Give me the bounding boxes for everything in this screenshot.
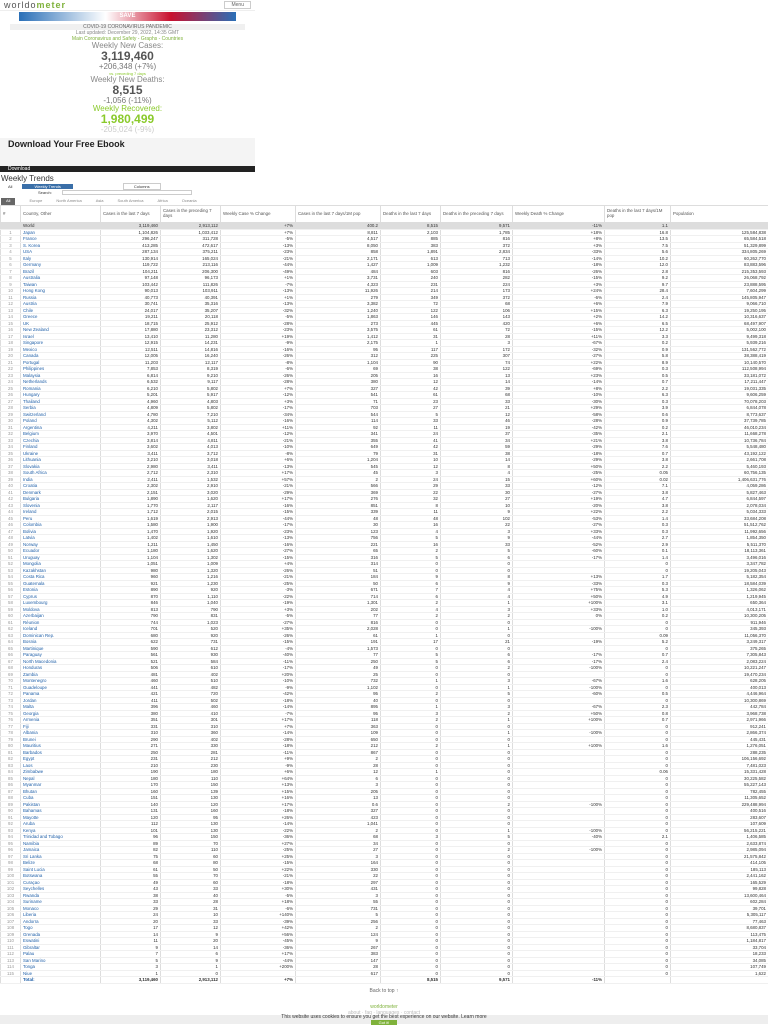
logo-bar: worldometer Menu [0,0,255,11]
table-header: #Country, OtherCases in the last 7 daysC… [1,206,768,223]
section-title: Weekly Trends [1,174,768,183]
ad-banner[interactable]: SAVE [19,12,236,21]
table-row: Total:3,119,4602,913,112+7% 8,5159,571-11… [1,977,768,984]
tab-europe[interactable]: Europe [29,198,42,205]
table-cell [296,977,381,984]
tab-africa[interactable]: Africa [158,198,168,205]
tab-south-america[interactable]: South America [117,198,143,205]
tab-oceania[interactable]: Oceania [182,198,197,205]
deaths-value: 8,515 [0,84,255,96]
table-cell [1,977,21,984]
columns-button[interactable]: Columns [123,183,161,190]
cases-value: 3,119,460 [0,50,255,62]
menu-button[interactable]: Menu [224,1,251,9]
back-to-top[interactable]: Back to top ↑ [0,988,768,994]
table-cell [605,977,671,984]
table-cell [671,977,768,984]
column-header[interactable]: Weekly Death % Change [513,206,605,223]
table-cell: 9,571 [441,977,513,984]
recovered-change: -205,024 (-9%) [0,125,255,134]
column-header[interactable]: # [1,206,21,223]
region-tabs: All Europe North America Asia South America A… [0,198,768,205]
logo-text-a: worldo [4,0,37,10]
logo[interactable]: worldometer [4,0,66,10]
tab-asia[interactable]: Asia [96,198,104,205]
search-input[interactable] [62,190,192,195]
recovered-value: 1,980,499 [0,113,255,125]
country-link: Total: [21,977,101,984]
column-header[interactable]: Cases in the preceding 7 days [161,206,221,223]
cookie-accept-button[interactable]: Got it! [371,1020,398,1025]
ad-download-button[interactable]: Download [0,166,255,172]
logo-text-b: meter [37,0,67,10]
cases-change: +206,348 (+7%) [0,62,255,71]
weekly-trends-button[interactable]: Weekly Trends [22,184,72,189]
column-header[interactable]: Population [671,206,768,223]
tab-all[interactable]: All [1,198,15,205]
table-cell: +7% [221,977,296,984]
column-header[interactable]: Deaths in the preceding 7 days [441,206,513,223]
column-header[interactable]: Deaths in the last 7 days/1M pop [605,206,671,223]
all-toggle[interactable]: All [8,184,12,189]
tab-north-america[interactable]: North America [56,198,81,205]
table-cell: 8,515 [381,977,441,984]
table-cell: -11% [513,977,605,984]
column-header[interactable]: Cases in the last 7 days [101,206,161,223]
search-label: Search: [38,190,52,195]
table-cell: 3,119,460 [101,977,161,984]
top-section: worldometer Menu SAVE COVID-19 CORONAVIR… [0,0,255,172]
weekly-trends-table: #Country, OtherCases in the last 7 daysC… [0,205,768,984]
cookie-banner: This website uses cookies to ensure you … [0,1015,768,1024]
search-row: Search: [0,189,768,195]
column-header[interactable]: Weekly Case % Change [221,206,296,223]
table-cell: 2,913,112 [161,977,221,984]
ebook-ad[interactable]: Download Your Free Ebook Download [0,138,255,172]
ad-title: Download Your Free Ebook [0,138,255,150]
column-header[interactable]: Cases in the last 7 days/1M pop [296,206,381,223]
column-header[interactable]: Deaths in the last 7 days [381,206,441,223]
column-header[interactable]: Country, Other [21,206,101,223]
